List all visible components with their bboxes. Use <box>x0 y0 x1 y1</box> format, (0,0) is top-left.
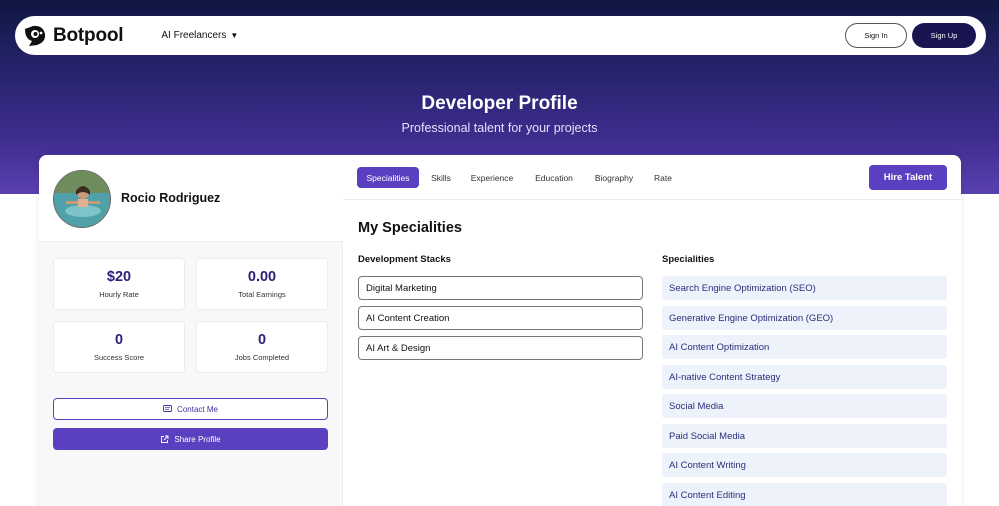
external-link-icon <box>160 435 169 444</box>
profile-name: Rocio Rodriguez <box>121 191 221 205</box>
stack-tag: AI Art & Design <box>358 336 643 360</box>
tab-rate[interactable]: Rate <box>652 167 674 188</box>
stack-tag: AI Content Creation <box>358 306 643 330</box>
sign-in-button[interactable]: Sign In <box>845 23 907 48</box>
stat-label: Success Score <box>93 353 145 362</box>
hire-talent-button[interactable]: Hire Talent <box>869 165 947 190</box>
stat-label: Jobs Completed <box>234 353 290 362</box>
tab-specialities[interactable]: Specialities <box>357 167 419 188</box>
speciality-item: Search Engine Optimization (SEO) <box>662 276 947 300</box>
speciality-item: AI-native Content Strategy <box>662 365 947 389</box>
page-subtitle: Professional talent for your projects <box>401 121 598 135</box>
stat-label: Hourly Rate <box>99 290 139 299</box>
stat-success-score: 0 Success Score <box>53 321 185 373</box>
ai-freelancers-label: AI Freelancers <box>161 30 227 41</box>
page-title: Developer Profile <box>421 93 578 114</box>
tab-experience[interactable]: Experience <box>469 167 515 188</box>
stat-label: Total Earnings <box>238 290 286 299</box>
stat-hourly-rate: $20 Hourly Rate <box>53 258 185 310</box>
contact-me-label: Contact Me <box>177 404 218 414</box>
profile-tabs: Specialities Skills Experience Education… <box>343 155 961 200</box>
stat-value: 0.00 <box>247 269 277 285</box>
share-profile-label: Share Profile <box>174 434 221 444</box>
section-title: My Specialities <box>358 220 462 236</box>
tab-education[interactable]: Education <box>532 167 576 188</box>
top-navbar: Botpool AI Freelancers ▼ Sign In Sign Up <box>15 16 986 55</box>
stat-total-earnings: 0.00 Total Earnings <box>196 258 328 310</box>
profile-sidebar: Rocio Rodriguez $20 Hourly Rate 0.00 Tot… <box>39 155 343 506</box>
speciality-item: Generative Engine Optimization (GEO) <box>662 306 947 330</box>
profile-header: Rocio Rodriguez <box>39 155 343 242</box>
development-stacks-heading: Development Stacks <box>358 254 451 265</box>
botpool-logo-icon <box>25 25 46 46</box>
speciality-item: AI Content Writing <box>662 453 947 477</box>
caret-down-icon: ▼ <box>230 31 239 40</box>
stat-value: 0 <box>257 332 267 348</box>
tab-biography[interactable]: Biography <box>592 167 636 188</box>
stat-value: $20 <box>106 269 132 285</box>
stat-jobs-completed: 0 Jobs Completed <box>196 321 328 373</box>
share-profile-button[interactable]: Share Profile <box>53 428 328 450</box>
brand-logo[interactable]: Botpool <box>23 24 124 47</box>
contact-me-button[interactable]: Contact Me <box>53 398 328 420</box>
avatar-photo <box>54 171 110 227</box>
stack-tag: Digital Marketing <box>358 276 643 300</box>
tab-skills[interactable]: Skills <box>427 167 455 188</box>
stat-value: 0 <box>114 332 124 348</box>
speciality-item: AI Content Editing <box>662 483 947 506</box>
avatar <box>53 170 111 228</box>
speciality-item: Social Media <box>662 394 947 418</box>
speciality-item: AI Content Optimization <box>662 335 947 359</box>
message-icon <box>163 405 172 413</box>
sign-up-button[interactable]: Sign Up <box>912 23 976 48</box>
speciality-item: Paid Social Media <box>662 424 947 448</box>
ai-freelancers-dropdown[interactable]: AI Freelancers ▼ <box>161 30 238 41</box>
profile-card: Rocio Rodriguez $20 Hourly Rate 0.00 Tot… <box>39 155 961 506</box>
brand-name: Botpool <box>53 24 124 46</box>
specialities-heading: Specialities <box>662 254 715 265</box>
